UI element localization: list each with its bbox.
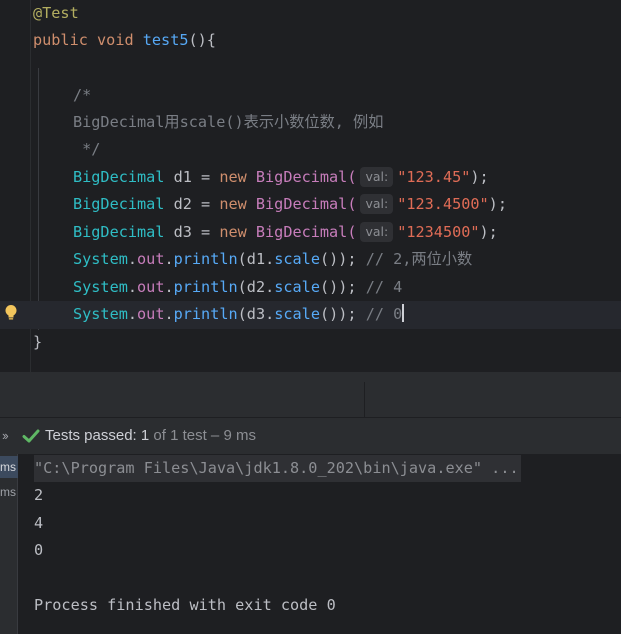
tests-passed-detail: of 1 test – 9 ms: [149, 427, 256, 444]
code-line-comment-close: */: [73, 136, 100, 163]
method-scale: scale: [274, 278, 320, 296]
double-chevron-right-icon[interactable]: ››: [2, 418, 9, 454]
tests-passed-text: Tests passed: 1 of 1 test – 9 ms: [45, 418, 256, 454]
call-rest: ());: [319, 278, 366, 296]
var-decl: d1 =: [164, 168, 220, 186]
code-line-decl-d2: BigDecimal d2 = new BigDecimal(val: "123.…: [73, 191, 507, 218]
param-hint: val:: [360, 222, 394, 242]
method-name: test5: [142, 31, 189, 49]
test-tree-item[interactable]: ms: [0, 481, 18, 503]
method-println: println: [173, 278, 238, 296]
comment-open: /*: [73, 86, 92, 104]
code-line-println-d1: System.out.println(d1.scale()); // 2,两位小…: [73, 246, 472, 273]
dot: .: [265, 305, 275, 323]
field-out: out: [137, 278, 165, 296]
keyword-new: new: [219, 223, 247, 241]
statement-end: );: [479, 223, 498, 241]
keyword-new: new: [219, 168, 247, 186]
dot: .: [127, 305, 138, 323]
keyword-public: public: [33, 31, 88, 49]
param-hint: val:: [360, 167, 394, 187]
code-line-comment-open: /*: [73, 82, 91, 109]
test-tree-strip[interactable]: ms ms: [0, 454, 18, 634]
method-println: println: [173, 250, 238, 268]
string-literal: "1234500": [397, 223, 480, 241]
code-line-annotation: @Test: [33, 0, 79, 27]
test-status-bar: ›› Tests passed: 1 of 1 test – 9 ms: [0, 418, 621, 454]
dot: .: [265, 250, 275, 268]
console-output-line: 0: [34, 541, 44, 559]
code-line-closing-brace: }: [33, 329, 42, 356]
tests-passed-count: 1: [140, 427, 150, 444]
receiver: d1: [246, 250, 266, 268]
class-system: System: [73, 305, 128, 323]
tool-window-header: [0, 382, 621, 418]
receiver: d2: [246, 278, 266, 296]
code-line-decl-d1: BigDecimal d1 = new BigDecimal(val: "123.…: [73, 164, 489, 191]
text-caret: [402, 304, 405, 322]
receiver: d3: [246, 305, 266, 323]
type-name: BigDecimal: [73, 223, 165, 241]
comment-close: */: [73, 140, 101, 158]
line-comment: // 0: [365, 305, 403, 323]
console-output-line: 4: [34, 514, 44, 532]
comment-body: BigDecimal用scale()表示小数位数, 例如: [73, 113, 384, 131]
dot: .: [127, 250, 138, 268]
method-println: println: [173, 305, 238, 323]
annotation-text: @Test: [33, 4, 79, 22]
field-out: out: [137, 305, 165, 323]
test-tree-item[interactable]: ms: [0, 456, 18, 478]
code-line-comment-body: BigDecimal用scale()表示小数位数, 例如: [73, 109, 383, 136]
keyword-new: new: [219, 195, 247, 213]
method-open: (){: [188, 31, 216, 49]
line-comment: // 4: [365, 278, 403, 296]
string-literal: "123.45": [397, 168, 471, 186]
console-command-line[interactable]: "C:\Program Files\Java\jdk1.8.0_202\bin\…: [34, 455, 521, 482]
tests-passed-label: Tests passed:: [45, 427, 141, 444]
check-icon: [22, 429, 40, 443]
call-rest: ());: [319, 250, 366, 268]
lightbulb-icon[interactable]: [4, 304, 18, 322]
class-system: System: [73, 278, 128, 296]
method-scale: scale: [274, 305, 320, 323]
code-line-method-signature: public void test5(){: [33, 27, 216, 54]
dot: .: [265, 278, 275, 296]
string-literal: "123.4500": [397, 195, 489, 213]
paren: (: [237, 305, 247, 323]
constructor-call: BigDecimal(: [246, 195, 357, 213]
call-rest: ());: [319, 305, 366, 323]
closing-brace: }: [33, 333, 43, 351]
statement-end: );: [470, 168, 489, 186]
dot: .: [127, 278, 138, 296]
panel-splitter[interactable]: [0, 372, 621, 382]
var-decl: d3 =: [164, 223, 220, 241]
constructor-call: BigDecimal(: [246, 223, 357, 241]
dot: .: [164, 305, 174, 323]
param-hint: val:: [360, 194, 394, 214]
field-out: out: [137, 250, 165, 268]
indent-guide: [38, 68, 39, 330]
console-exit-message: Process finished with exit code 0: [34, 596, 336, 614]
class-system: System: [73, 250, 128, 268]
method-scale: scale: [274, 250, 320, 268]
dot: .: [164, 250, 174, 268]
code-line-println-d2: System.out.println(d2.scale()); // 4: [73, 274, 402, 301]
keyword-void: void: [97, 31, 134, 49]
dot: .: [164, 278, 174, 296]
header-divider: [364, 382, 365, 418]
console-output-line: 2: [34, 486, 44, 504]
var-decl: d2 =: [164, 195, 220, 213]
constructor-call: BigDecimal(: [246, 168, 357, 186]
run-console[interactable]: "C:\Program Files\Java\jdk1.8.0_202\bin\…: [18, 454, 621, 634]
code-line-println-d3: System.out.println(d3.scale()); // 0: [73, 301, 405, 328]
paren: (: [237, 278, 247, 296]
code-editor[interactable]: @Test public void test5(){ /* BigDecimal…: [0, 0, 621, 372]
paren: (: [237, 250, 247, 268]
line-comment: // 2,两位小数: [365, 250, 473, 268]
type-name: BigDecimal: [73, 168, 165, 186]
type-name: BigDecimal: [73, 195, 165, 213]
statement-end: );: [488, 195, 507, 213]
code-line-decl-d3: BigDecimal d3 = new BigDecimal(val: "1234…: [73, 219, 498, 246]
